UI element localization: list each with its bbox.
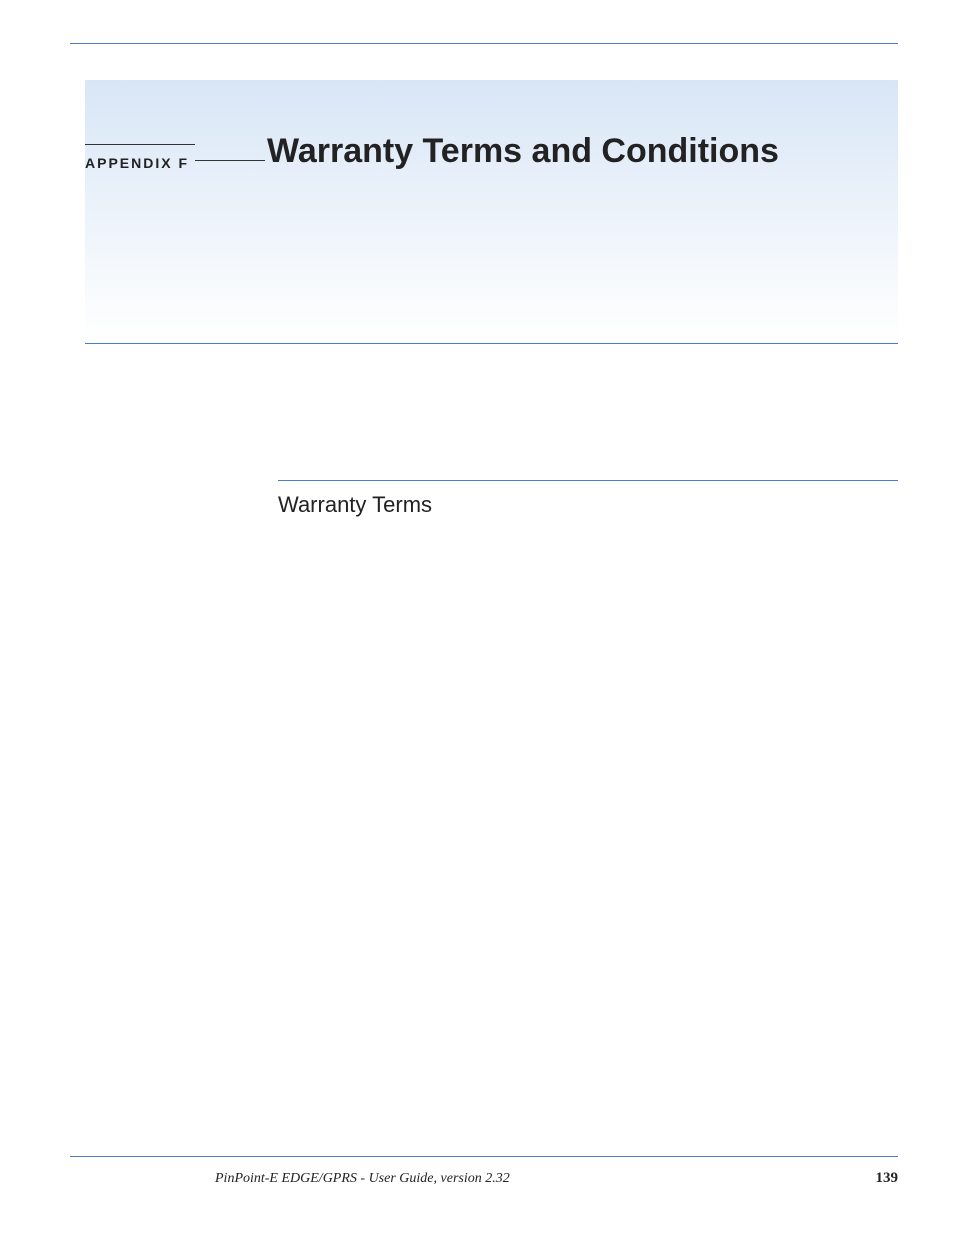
- footer-document-title: PinPoint-E EDGE/GPRS - User Guide, versi…: [215, 1171, 510, 1187]
- footer-page-number: 139: [876, 1170, 899, 1187]
- appendix-label-connector-line: [195, 160, 265, 161]
- chapter-header-background: [85, 80, 898, 344]
- section-heading: Warranty Terms: [278, 492, 432, 518]
- section-horizontal-rule: [278, 480, 898, 481]
- page-footer: PinPoint-E EDGE/GPRS - User Guide, versi…: [70, 1170, 898, 1187]
- top-horizontal-rule: [70, 43, 898, 44]
- bottom-horizontal-rule: [70, 1156, 898, 1157]
- appendix-label: APPENDIX F: [85, 155, 189, 171]
- chapter-title: Warranty Terms and Conditions: [267, 132, 779, 171]
- appendix-label-top-rule: [85, 144, 195, 145]
